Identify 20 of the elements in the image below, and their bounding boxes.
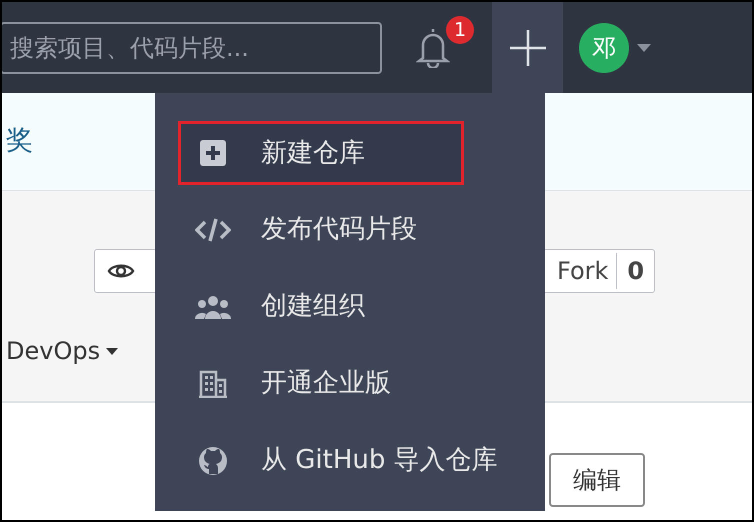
caret-icon[interactable]: [637, 44, 651, 52]
menu-item[interactable]: 创建组织: [155, 268, 545, 345]
building-icon: [199, 370, 227, 398]
plus-icon: [510, 30, 546, 66]
notification-count: 1: [446, 16, 474, 44]
devops-menu[interactable]: DevOps: [6, 333, 118, 369]
search-field[interactable]: 搜索项目、代码片段...: [2, 22, 382, 74]
menu-item[interactable]: 开通企业版: [155, 345, 545, 422]
menu-item[interactable]: 从 GitHub 导入仓库: [155, 422, 545, 499]
edit-button[interactable]: 编辑: [549, 453, 645, 507]
menu-item[interactable]: 发布代码片段: [155, 191, 545, 268]
plus-square-icon: [200, 140, 226, 166]
menu-item[interactable]: 新建仓库: [178, 121, 464, 185]
code-icon: [195, 218, 231, 242]
create-button[interactable]: [492, 2, 563, 93]
github-icon: [199, 446, 227, 474]
caret-icon: [106, 348, 118, 354]
banner-link[interactable]: 奖: [6, 121, 33, 162]
people-icon: [195, 294, 231, 318]
fork-button[interactable]: Fork 0: [542, 249, 656, 293]
